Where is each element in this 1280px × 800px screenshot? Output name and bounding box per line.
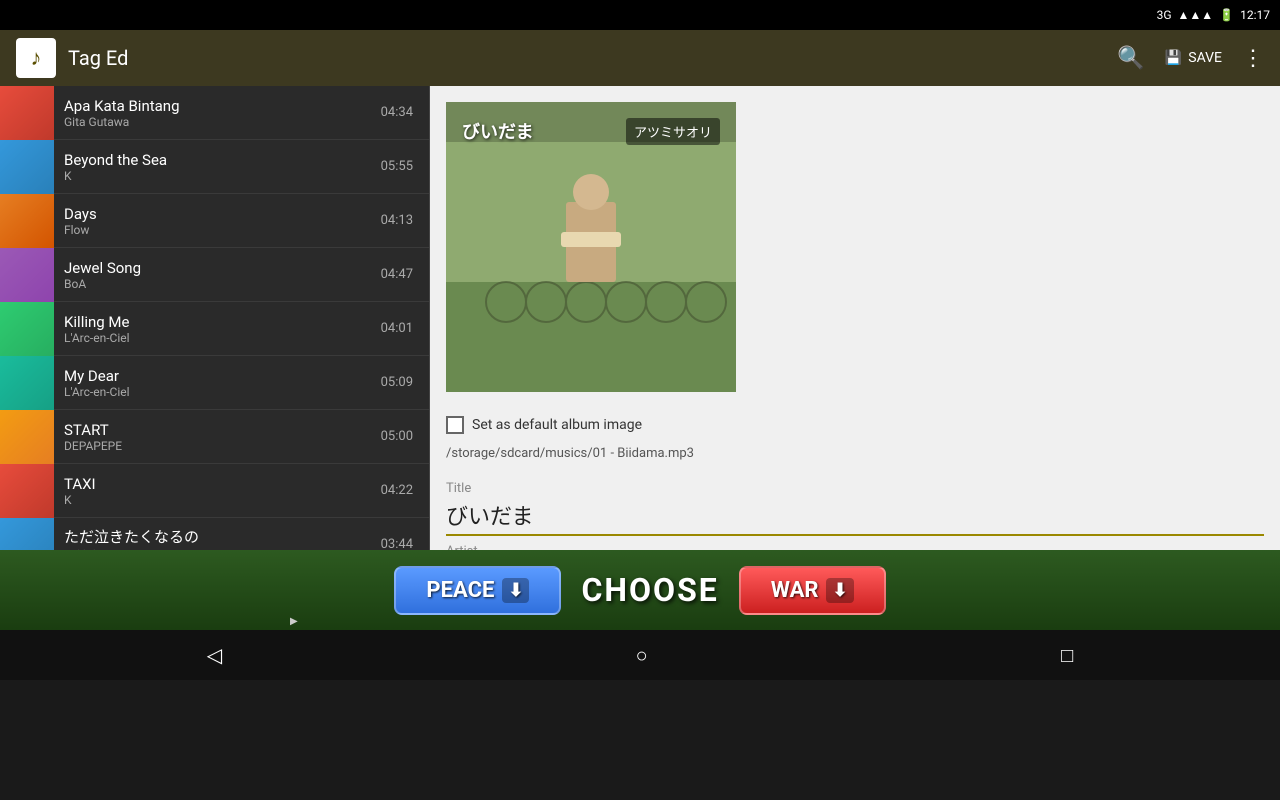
song-title: ただ泣きたくなるの [64, 526, 371, 547]
song-artist: DEPAPEPE [64, 439, 371, 453]
song-duration: 03:44 [381, 537, 413, 550]
list-item[interactable]: My Dear L'Arc-en-Ciel 05:09 [0, 356, 429, 410]
file-path: /storage/sdcard/musics/01 - Biidama.mp3 [430, 442, 1280, 473]
song-duration: 04:13 [381, 213, 413, 228]
war-download-icon: ⬇ [826, 578, 853, 603]
song-title: My Dear [64, 367, 371, 385]
song-artist: K [64, 493, 371, 507]
app-bar: ♪ Tag Ed 🔍 💾 SAVE ⋮ [0, 30, 1280, 86]
song-duration: 05:55 [381, 159, 413, 174]
song-info: My Dear L'Arc-en-Ciel [54, 363, 381, 403]
artist-field-section: Artist [430, 536, 1280, 550]
song-artist: L'Arc-en-Ciel [64, 331, 371, 345]
song-info: ただ泣きたくなるの 岡崎 律子 [54, 522, 381, 551]
song-artist: BoA [64, 277, 371, 291]
home-button[interactable]: ○ [636, 643, 648, 668]
peace-download-icon: ⬇ [502, 578, 529, 603]
save-button[interactable]: 💾 SAVE [1165, 50, 1222, 66]
overflow-menu-icon[interactable]: ⋮ [1242, 46, 1264, 71]
song-thumbnail [0, 194, 54, 248]
battery-icon: 🔋 [1219, 8, 1234, 22]
song-info: Jewel Song BoA [54, 255, 381, 295]
list-item[interactable]: START DEPAPEPE 05:00 [0, 410, 429, 464]
choose-label: CHOOSE [581, 571, 718, 609]
list-item[interactable]: Jewel Song BoA 04:47 [0, 248, 429, 302]
song-thumbnail [0, 248, 54, 302]
list-item[interactable]: TAXI K 04:22 [0, 464, 429, 518]
default-image-row: Set as default album image [430, 408, 1280, 442]
app-title: Tag Ed [68, 46, 1105, 70]
music-icon: ♪ [31, 45, 42, 71]
song-duration: 04:01 [381, 321, 413, 336]
song-thumbnail [0, 410, 54, 464]
album-artist-overlay: アツミサオリ [626, 118, 720, 145]
song-title: Days [64, 205, 371, 223]
song-info: Killing Me L'Arc-en-Ciel [54, 309, 381, 349]
song-artist: K [64, 169, 371, 183]
list-item[interactable]: Apa Kata Bintang Gita Gutawa 04:34 [0, 86, 429, 140]
editor-panel: びいだま アツミサオリ Set as default album image /… [430, 86, 1280, 550]
song-title: START [64, 421, 371, 439]
song-duration: 05:00 [381, 429, 413, 444]
nav-bar: ◁ ○ □ [0, 630, 1280, 680]
song-duration: 04:34 [381, 105, 413, 120]
song-duration: 05:09 [381, 375, 413, 390]
ad-banner: PEACE ⬇ CHOOSE WAR ⬇ ▶ [0, 550, 1280, 630]
ad-small-label: ▶ [290, 616, 298, 627]
main-content: Apa Kata Bintang Gita Gutawa 04:34 Beyon… [0, 86, 1280, 550]
list-item[interactable]: Killing Me L'Arc-en-Ciel 04:01 [0, 302, 429, 356]
song-list: Apa Kata Bintang Gita Gutawa 04:34 Beyon… [0, 86, 430, 550]
time-display: 12:17 [1240, 8, 1270, 22]
song-thumbnail [0, 302, 54, 356]
song-info: Apa Kata Bintang Gita Gutawa [54, 93, 381, 133]
song-artist: L'Arc-en-Ciel [64, 385, 371, 399]
song-thumbnail [0, 464, 54, 518]
album-art-image[interactable]: びいだま アツミサオリ [446, 102, 736, 392]
signal-icon: 3G [1157, 8, 1172, 22]
song-title: Killing Me [64, 313, 371, 331]
list-item[interactable]: Days Flow 04:13 [0, 194, 429, 248]
peace-label: PEACE [426, 578, 494, 603]
song-title: Apa Kata Bintang [64, 97, 371, 115]
recents-button[interactable]: □ [1061, 643, 1073, 668]
song-title: TAXI [64, 475, 371, 493]
song-artist: Gita Gutawa [64, 115, 371, 129]
title-label: Title [446, 481, 1264, 496]
song-title: Jewel Song [64, 259, 371, 277]
album-art-section: びいだま アツミサオリ [430, 86, 1280, 408]
war-label: WAR [771, 578, 819, 603]
album-art-title-overlay: びいだま [462, 118, 534, 144]
song-artist: Flow [64, 223, 371, 237]
back-button[interactable]: ◁ [207, 643, 222, 667]
app-icon: ♪ [16, 38, 56, 78]
action-icons: 🔍 💾 SAVE ⋮ [1117, 46, 1264, 71]
song-info: TAXI K [54, 471, 381, 511]
status-bar: 3G ▲▲▲ 🔋 12:17 [0, 0, 1280, 30]
song-thumbnail [0, 140, 54, 194]
search-icon[interactable]: 🔍 [1117, 46, 1144, 71]
list-item[interactable]: ただ泣きたくなるの 岡崎 律子 03:44 [0, 518, 429, 550]
song-duration: 04:22 [381, 483, 413, 498]
song-info: Beyond the Sea K [54, 147, 381, 187]
song-thumbnail [0, 86, 54, 140]
title-input[interactable] [446, 498, 1264, 536]
song-thumbnail [0, 518, 54, 551]
title-field-section: Title [430, 473, 1280, 536]
song-title: Beyond the Sea [64, 151, 371, 169]
default-image-label: Set as default album image [472, 417, 642, 433]
song-thumbnail [0, 356, 54, 410]
default-image-checkbox[interactable] [446, 416, 464, 434]
wifi-icon: ▲▲▲ [1178, 8, 1214, 22]
song-duration: 04:47 [381, 267, 413, 282]
song-info: START DEPAPEPE [54, 417, 381, 457]
list-item[interactable]: Beyond the Sea K 05:55 [0, 140, 429, 194]
save-icon: 💾 [1165, 50, 1182, 66]
war-button[interactable]: WAR ⬇ [739, 566, 886, 615]
song-info: Days Flow [54, 201, 381, 241]
peace-button[interactable]: PEACE ⬇ [394, 566, 561, 615]
